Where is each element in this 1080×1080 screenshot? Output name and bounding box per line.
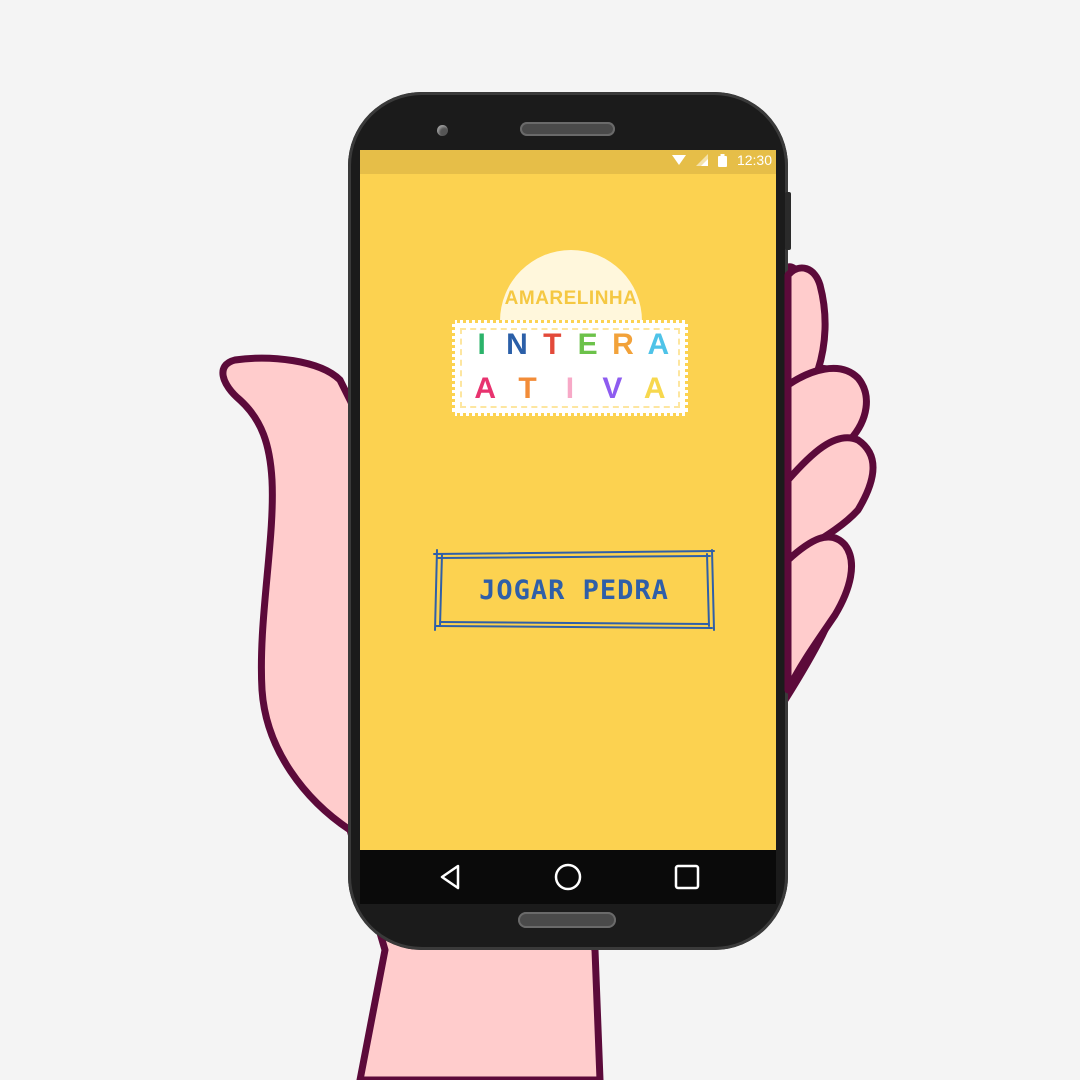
back-icon: [440, 864, 460, 890]
logo-letter: T: [518, 372, 537, 405]
recent-apps-icon: [674, 864, 700, 890]
logo-letter: A: [647, 328, 670, 361]
scene: 12:30 AMARELINHA I N T E R A A T I V A J…: [0, 0, 1080, 1080]
power-button: [785, 315, 791, 367]
recent-apps-button[interactable]: [670, 860, 704, 894]
home-icon: [554, 863, 582, 891]
logo-row-1: I N T E R A: [452, 328, 688, 362]
logo-title-top: AMARELINHA: [504, 288, 638, 309]
battery-icon: [717, 153, 727, 167]
logo-letter: E: [577, 328, 598, 361]
logo-letter: T: [543, 328, 562, 361]
logo-letter: A: [643, 372, 666, 405]
front-camera: [437, 125, 448, 136]
play-stone-label: JOGAR PEDRA: [479, 574, 669, 606]
volume-button: [785, 192, 791, 250]
logo-row-2: A T I V A: [452, 372, 688, 406]
logo-letter: V: [602, 372, 623, 405]
play-stone-button[interactable]: JOGAR PEDRA: [432, 548, 716, 632]
navigation-bar: [360, 850, 776, 904]
home-button[interactable]: [551, 860, 585, 894]
logo-letter: R: [612, 328, 634, 361]
logo-letter: N: [506, 328, 528, 361]
logo-letter: A: [474, 372, 497, 405]
status-time: 12:30: [736, 152, 772, 168]
status-icons: 12:30: [671, 152, 772, 168]
back-button[interactable]: [434, 860, 468, 894]
earpiece-speaker: [520, 122, 615, 136]
signal-icon: [695, 154, 708, 166]
logo-letter: I: [477, 328, 486, 361]
wifi-icon: [671, 155, 686, 165]
logo-letter: I: [565, 372, 575, 405]
app-screen: 12:30 AMARELINHA I N T E R A A T I V A J…: [360, 150, 776, 850]
app-logo: AMARELINHA I N T E R A A T I V A: [452, 250, 692, 420]
status-bar: 12:30: [360, 150, 776, 174]
bottom-speaker: [518, 912, 616, 928]
